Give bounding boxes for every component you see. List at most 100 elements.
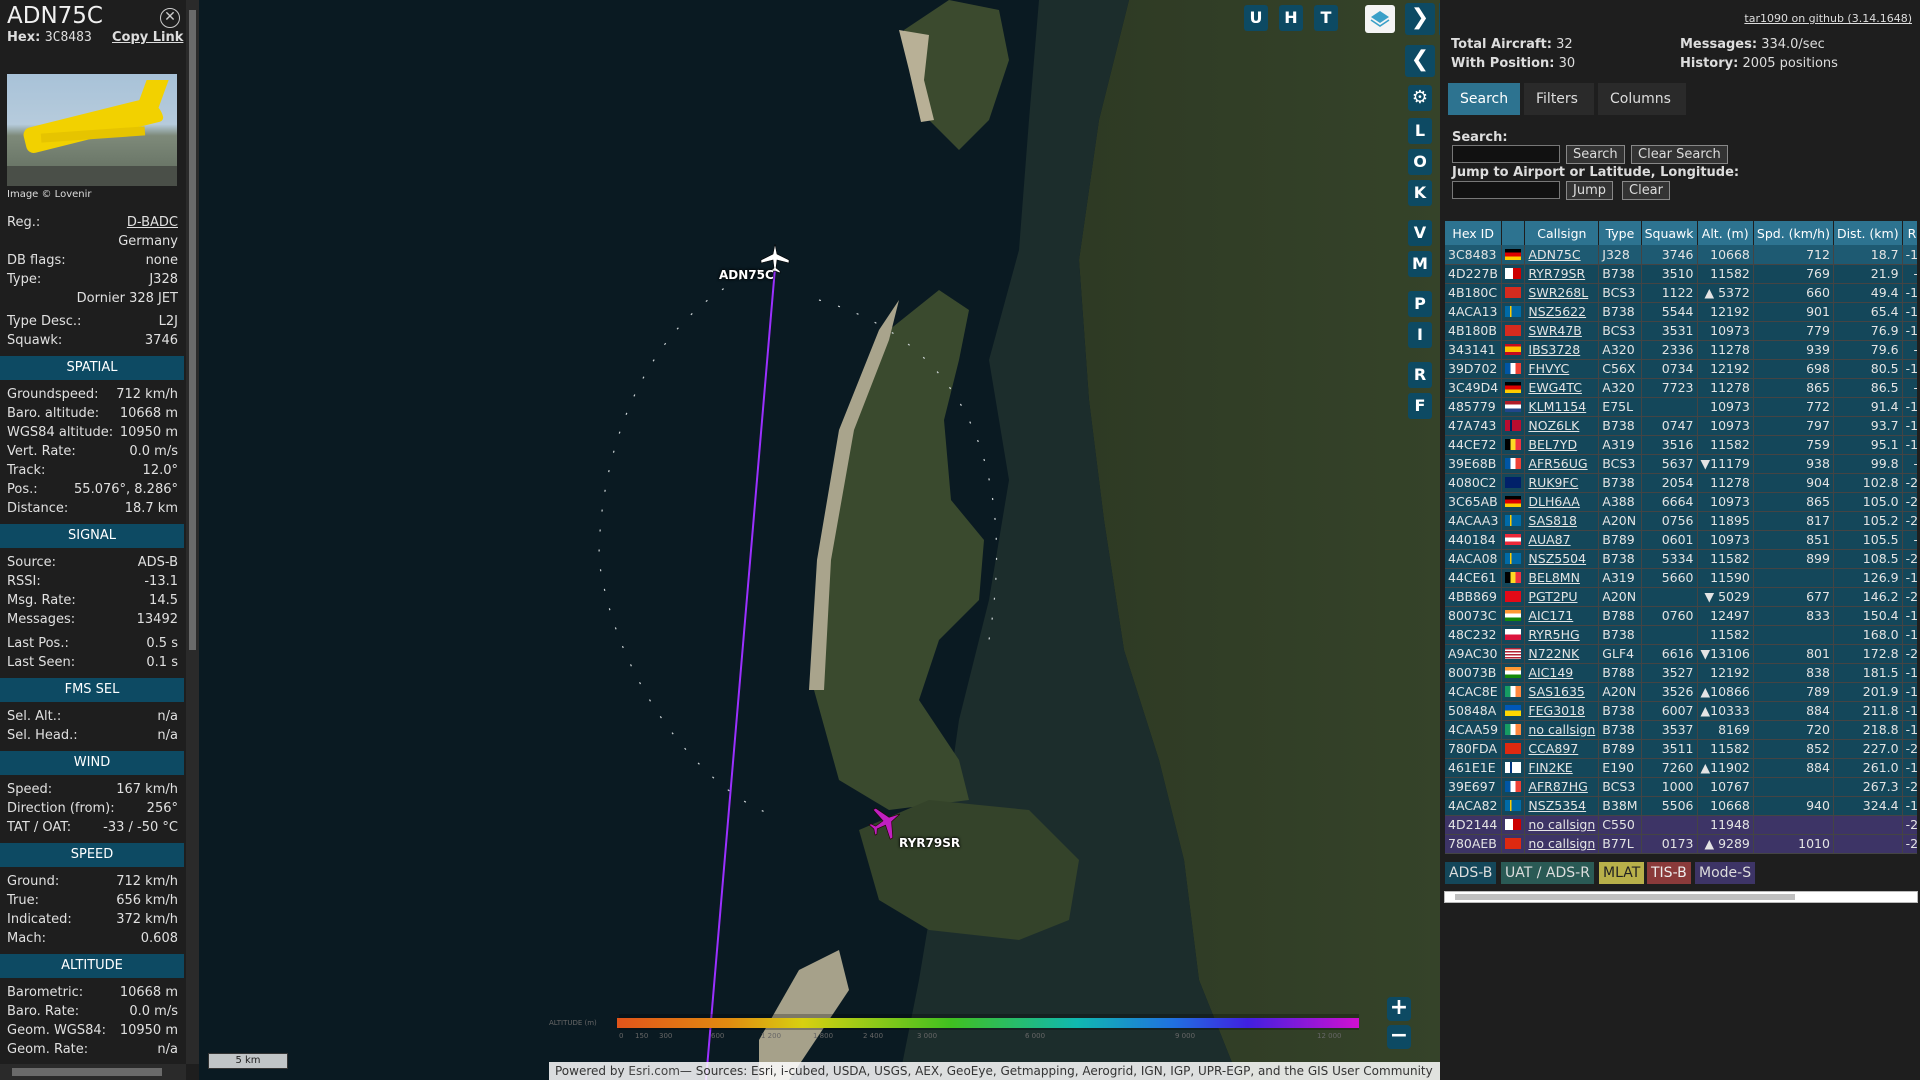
table-row[interactable]: 80073C AIC171B788076012497833150.4-17.3 bbox=[1445, 606, 1917, 626]
table-row[interactable]: 440184 AUA87B789060110973851105.5-9.2 bbox=[1445, 530, 1917, 550]
cell-cs[interactable]: CCA897 bbox=[1524, 739, 1600, 759]
table-row[interactable]: 4080C2 RUK9FCB738205411278904102.8-21.2 bbox=[1445, 473, 1917, 493]
side-button-m[interactable]: M bbox=[1408, 251, 1432, 277]
tab-filters[interactable]: Filters bbox=[1524, 83, 1594, 115]
column-header[interactable] bbox=[1501, 221, 1526, 245]
table-row[interactable]: 4CAC8E SAS1635A20N3526▲10866789201.9-17.1 bbox=[1445, 682, 1917, 702]
layers-icon[interactable] bbox=[1365, 5, 1395, 33]
cell-cs[interactable]: FEG3018 bbox=[1524, 701, 1600, 721]
zoom-in-button[interactable]: + bbox=[1387, 997, 1411, 1021]
clear-search-button[interactable]: Clear Search bbox=[1631, 145, 1728, 164]
info-vertical-scrollbar[interactable] bbox=[186, 0, 199, 1064]
cell-cs[interactable]: RYR5HG bbox=[1524, 625, 1600, 645]
table-row[interactable]: 343141 IBS3728A32023361127893979.6-3.6 bbox=[1445, 340, 1917, 360]
side-button-p[interactable]: P bbox=[1408, 291, 1432, 317]
search-input[interactable] bbox=[1452, 145, 1560, 163]
column-header[interactable]: Hex ID bbox=[1445, 221, 1503, 245]
cell-cs[interactable]: FHVYC bbox=[1524, 359, 1600, 379]
cell-cs[interactable]: ADN75C bbox=[1524, 245, 1600, 265]
jump-button[interactable]: Jump bbox=[1566, 181, 1613, 200]
table-row[interactable]: 39D702 FHVYCC56X07341219269880.5-16.4 bbox=[1445, 359, 1917, 379]
map-view[interactable]: ALTITUDE (m) 0 150 300 600 1 200 1 800 2… bbox=[199, 0, 1440, 1080]
table-row[interactable]: 4ACAA3 SAS818A20N075611895817105.2-20.7 bbox=[1445, 511, 1917, 531]
table-row[interactable]: 80073B AIC149B788352712192838181.5-16.6 bbox=[1445, 663, 1917, 683]
zoom-out-button[interactable]: − bbox=[1387, 1025, 1411, 1049]
table-row[interactable]: 3C65AB DLH6AAA388666410973865105.0-22.0 bbox=[1445, 492, 1917, 512]
aircraft-photo[interactable] bbox=[7, 74, 177, 186]
cell-cs[interactable]: NSZ5504 bbox=[1524, 549, 1600, 569]
table-row[interactable]: 485779 KLM1154E75L 1097377291.4-17.5 bbox=[1445, 397, 1917, 417]
column-header[interactable]: Squawk bbox=[1641, 221, 1698, 245]
cell-cs[interactable]: BEL8MN bbox=[1524, 568, 1600, 588]
table-row[interactable]: 4ACA08 NSZ5504B738533411582899108.5-20.3 bbox=[1445, 549, 1917, 569]
jump-input[interactable] bbox=[1452, 181, 1560, 199]
table-row[interactable]: 780AEB no callsignB77L0173▲ 92891010 -22.1 bbox=[1445, 834, 1917, 854]
cell-cs[interactable]: FIN2KE bbox=[1524, 758, 1600, 778]
cell-cs[interactable]: BEL7YD bbox=[1524, 435, 1600, 455]
cell-cs[interactable]: RYR79SR bbox=[1524, 264, 1600, 284]
map-label-selected[interactable]: ADN75C bbox=[719, 268, 774, 282]
reg-link[interactable]: D-BADC bbox=[127, 215, 178, 230]
cell-cs[interactable]: KLM1154 bbox=[1524, 397, 1600, 417]
table-row[interactable]: 4CAA59 no callsignB73835378169720218.8-18… bbox=[1445, 720, 1917, 740]
copy-link[interactable]: Copy Link bbox=[112, 30, 183, 45]
cell-cs[interactable]: SWR47B bbox=[1524, 321, 1600, 341]
table-row[interactable]: 780FDA CCA897B789351111582852227.0-23.1 bbox=[1445, 739, 1917, 759]
side-button-i[interactable]: I bbox=[1408, 322, 1432, 348]
table-horizontal-scrollbar[interactable] bbox=[1444, 891, 1918, 903]
table-row[interactable]: 48C232 RYR5HGB738 11582 168.0-18.9 bbox=[1445, 625, 1917, 645]
table-row[interactable]: A9AC30 N722NKGLF46616▼13106801172.8-20.8 bbox=[1445, 644, 1917, 664]
close-icon[interactable]: ✕ bbox=[160, 8, 180, 28]
cell-cs[interactable]: PGT2PU bbox=[1524, 587, 1600, 607]
cell-cs[interactable]: DLH6AA bbox=[1524, 492, 1600, 512]
settings-gear-icon[interactable]: ⚙ bbox=[1408, 85, 1432, 111]
table-row[interactable]: 4D2144 no callsignC550 11948 -24.0 bbox=[1445, 815, 1917, 835]
tab-search[interactable]: Search bbox=[1448, 83, 1520, 115]
table-row[interactable]: 3C49D4 EWG4TCA32077231127886586.5-5.8 bbox=[1445, 378, 1917, 398]
cell-cs[interactable]: AIC149 bbox=[1524, 663, 1600, 683]
cell-cs[interactable]: no callsign bbox=[1524, 720, 1600, 740]
table-row[interactable]: 44CE72 BEL7YDA31935161158275995.1-15.8 bbox=[1445, 435, 1917, 455]
cell-cs[interactable]: N722NK bbox=[1524, 644, 1600, 664]
table-row[interactable]: 4D227B RYR79SRB73835101158276921.9-2.7 bbox=[1445, 264, 1917, 284]
search-button[interactable]: Search bbox=[1566, 145, 1625, 164]
map-label-other[interactable]: RYR79SR bbox=[899, 836, 960, 850]
table-row[interactable]: 4B180C SWR268LBCS31122▲ 537266049.4-12.0 bbox=[1445, 283, 1917, 303]
chevron-right-icon[interactable]: ❯ bbox=[1405, 3, 1435, 35]
cell-cs[interactable]: AFR87HG bbox=[1524, 777, 1600, 797]
table-row[interactable]: 39E697 AFR87HGBCS3100010767 267.3-20.2 bbox=[1445, 777, 1917, 797]
h-button[interactable]: H bbox=[1279, 5, 1303, 31]
cell-cs[interactable]: NSZ5354 bbox=[1524, 796, 1600, 816]
column-header[interactable]: Dist. (km) bbox=[1833, 221, 1903, 245]
cell-cs[interactable]: SAS1635 bbox=[1524, 682, 1600, 702]
table-row[interactable]: 3C8483 ADN75CJ32837461066871218.7-13.1 bbox=[1445, 245, 1917, 265]
column-header[interactable]: Type bbox=[1598, 221, 1642, 245]
tab-columns[interactable]: Columns bbox=[1598, 83, 1686, 115]
version-link[interactable]: tar1090 on github (3.14.1648) bbox=[1744, 12, 1912, 25]
cell-cs[interactable]: SAS818 bbox=[1524, 511, 1600, 531]
cell-cs[interactable]: IBS3728 bbox=[1524, 340, 1600, 360]
table-row[interactable]: 4ACA13 NSZ5622B73855441219290165.4-14.9 bbox=[1445, 302, 1917, 322]
table-row[interactable]: 4ACA82 NSZ5354B38M550610668940324.4-17.8 bbox=[1445, 796, 1917, 816]
units-button[interactable]: U bbox=[1244, 5, 1268, 31]
cell-cs[interactable]: no callsign bbox=[1524, 834, 1600, 854]
t-button[interactable]: T bbox=[1314, 5, 1338, 31]
column-header[interactable]: RSSI bbox=[1902, 221, 1917, 245]
side-button-f[interactable]: F bbox=[1408, 393, 1432, 419]
table-row[interactable]: 47A743 NOZ6LKB73807471097379793.7-18.5 bbox=[1445, 416, 1917, 436]
chevron-left-icon[interactable]: ❮ bbox=[1405, 45, 1435, 77]
cell-cs[interactable]: SWR268L bbox=[1524, 283, 1600, 303]
column-header[interactable]: Callsign bbox=[1524, 221, 1600, 245]
cell-cs[interactable]: NSZ5622 bbox=[1524, 302, 1600, 322]
column-header[interactable]: Alt. (m) bbox=[1697, 221, 1754, 245]
cell-cs[interactable]: AIC171 bbox=[1524, 606, 1600, 626]
cell-cs[interactable]: EWG4TC bbox=[1524, 378, 1600, 398]
attribution-link[interactable]: Esri.com bbox=[628, 1064, 680, 1078]
column-header[interactable]: Spd. (km/h) bbox=[1753, 221, 1834, 245]
cell-cs[interactable]: AUA87 bbox=[1524, 530, 1600, 550]
table-row[interactable]: 4BB869 PGT2PUA20N ▼ 5029677146.2-20.9 bbox=[1445, 587, 1917, 607]
side-button-v[interactable]: V bbox=[1408, 220, 1432, 246]
table-row[interactable]: 44CE61 BEL8MNA319566011590 126.9-19.8 bbox=[1445, 568, 1917, 588]
table-row[interactable]: 50848A FEG3018B7386007▲10333884211.8-18.5 bbox=[1445, 701, 1917, 721]
cell-cs[interactable]: NOZ6LK bbox=[1524, 416, 1600, 436]
